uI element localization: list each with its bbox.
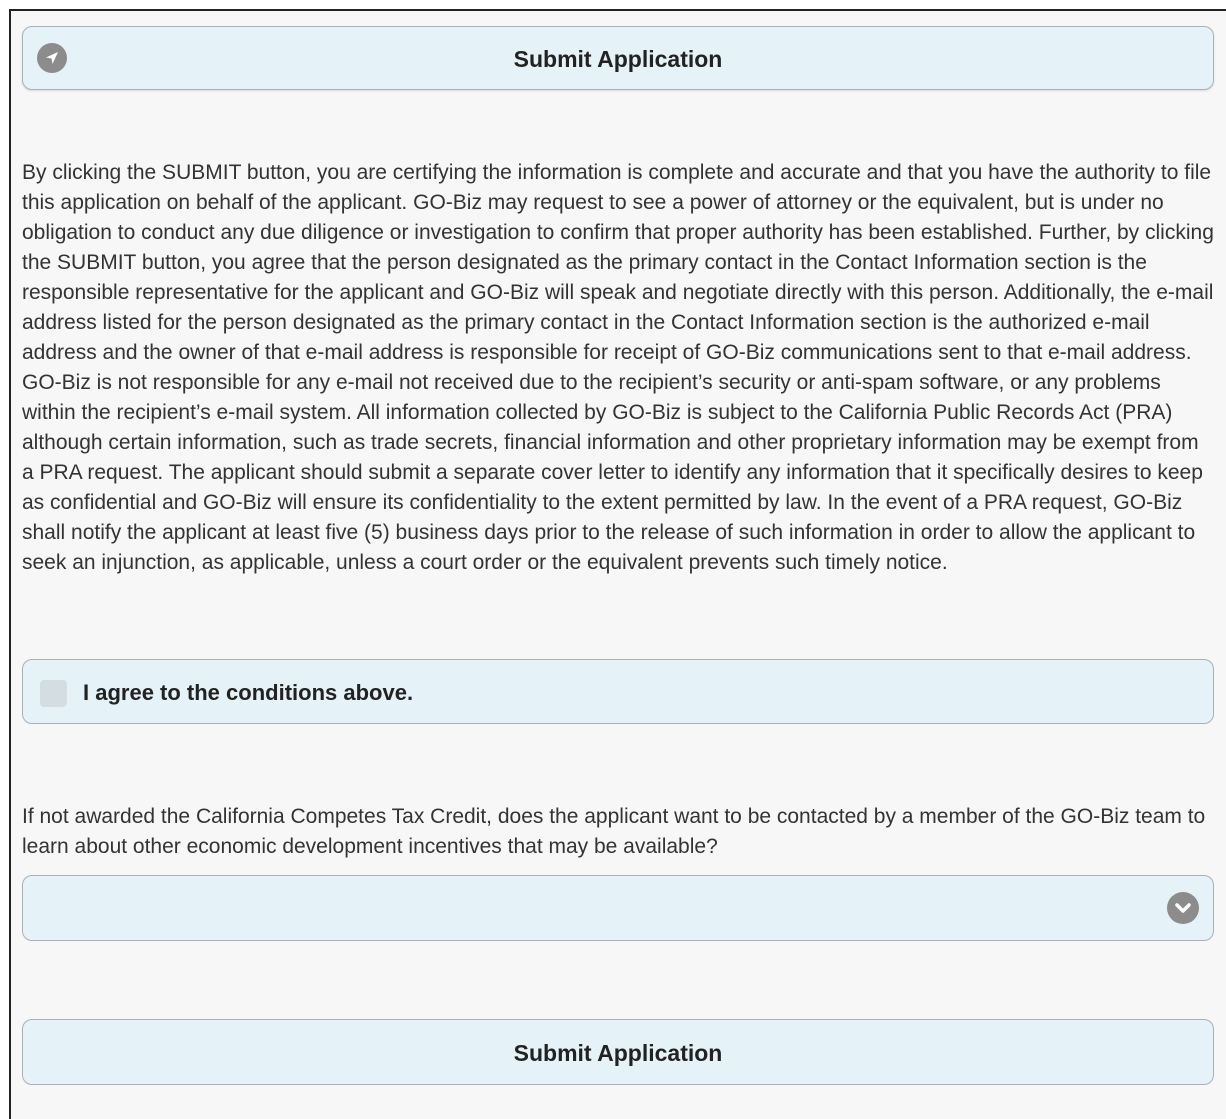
- agree-checkbox[interactable]: [40, 680, 67, 707]
- submit-application-button-label[interactable]: Submit Application: [23, 1040, 1213, 1067]
- chevron-down-icon[interactable]: [1167, 892, 1199, 924]
- agree-conditions-checkbox-row[interactable]: I agree to the conditions above.: [22, 659, 1214, 724]
- contact-preference-select[interactable]: [22, 875, 1214, 941]
- submit-application-button[interactable]: Submit Application: [22, 1019, 1214, 1085]
- agree-checkbox-label[interactable]: I agree to the conditions above.: [83, 680, 413, 706]
- submit-application-header: Submit Application: [22, 26, 1214, 90]
- contact-question-label: If not awarded the California Competes T…: [22, 805, 1206, 858]
- certification-statement: By clicking the SUBMIT button, you are c…: [22, 161, 1214, 574]
- page-title: Submit Application: [513, 46, 723, 72]
